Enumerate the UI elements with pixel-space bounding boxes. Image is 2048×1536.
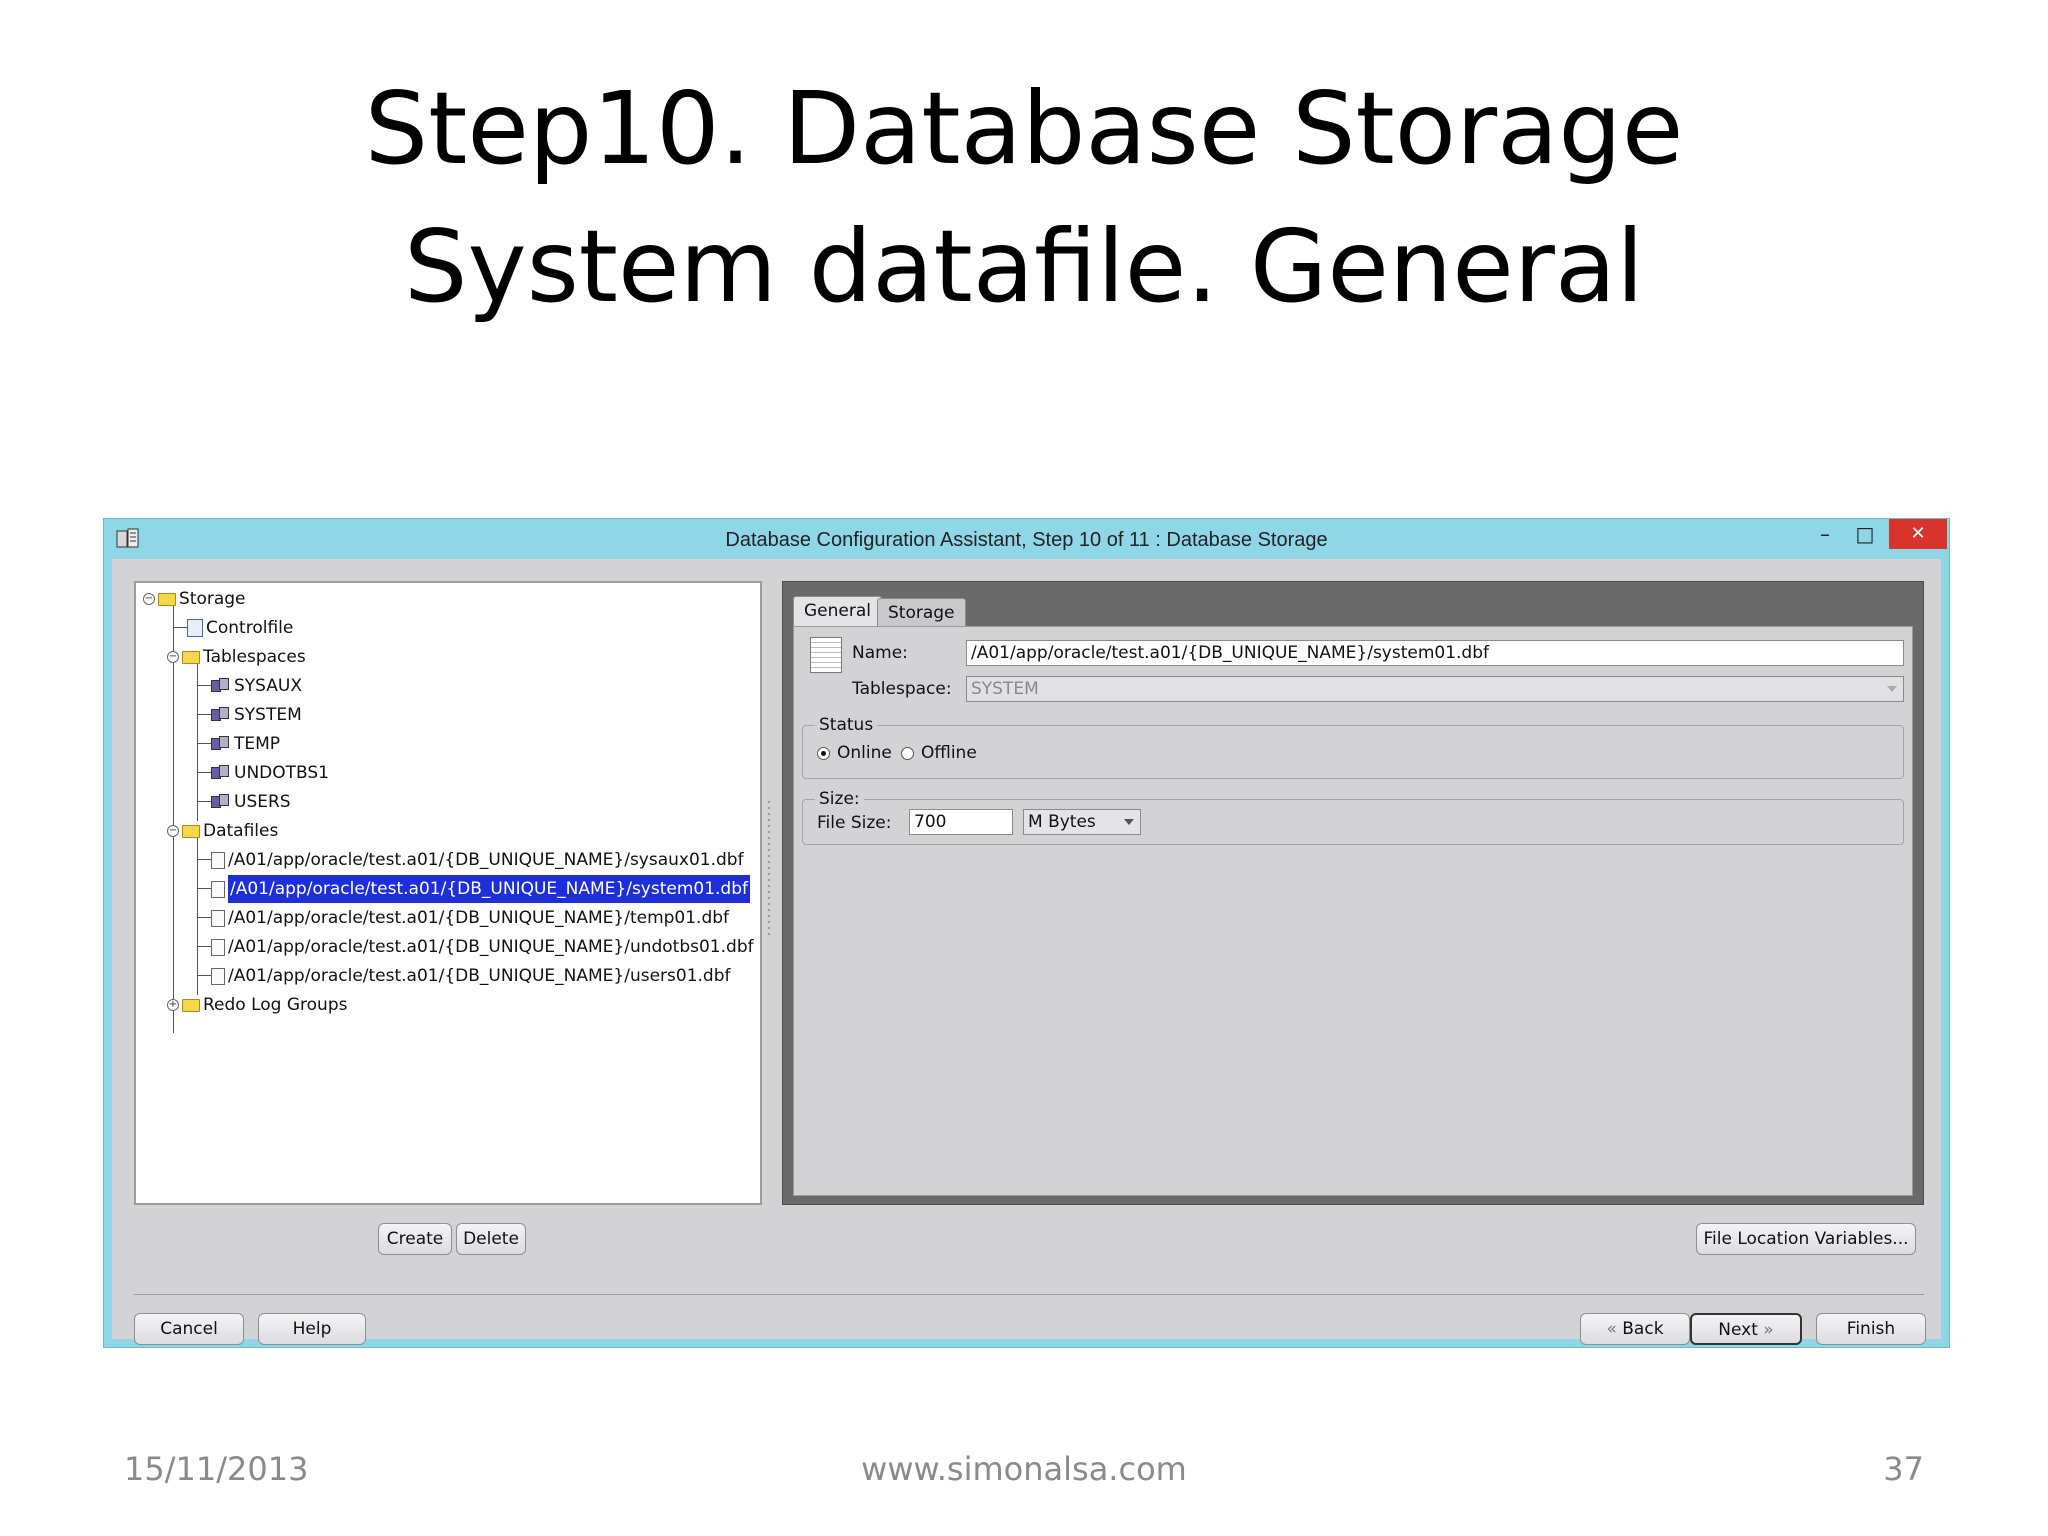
online-radio[interactable] <box>817 747 830 760</box>
chevron-down-icon <box>1124 819 1134 825</box>
cancel-button[interactable]: Cancel <box>134 1313 244 1345</box>
expand-redo-icon[interactable]: + <box>167 999 179 1011</box>
chevron-down-icon <box>1887 686 1897 692</box>
file-icon <box>211 909 225 927</box>
file-location-variables-button[interactable]: File Location Variables... <box>1696 1223 1916 1255</box>
storage-tree[interactable]: − Storage Controlfile − Tablespaces SYSA… <box>134 581 762 1205</box>
collapse-storage-icon[interactable]: − <box>143 593 155 605</box>
size-title: Size: <box>815 789 864 809</box>
file-icon <box>211 938 225 956</box>
footer-website: www.simonalsa.com <box>861 1450 1187 1488</box>
file-size-label: File Size: <box>817 813 892 833</box>
tree-item-datafiles[interactable]: Datafiles <box>182 817 278 845</box>
size-unit-select[interactable]: M Bytes <box>1023 809 1141 835</box>
separator <box>134 1294 1924 1295</box>
status-title: Status <box>815 715 878 735</box>
tablespace-icon <box>211 707 231 723</box>
tablespace-icon <box>211 794 231 810</box>
close-button[interactable]: ✕ <box>1889 519 1947 549</box>
delete-button[interactable]: Delete <box>456 1223 526 1255</box>
tree-item-tablespace[interactable]: SYSAUX <box>211 672 302 700</box>
chevron-left-icon: « <box>1606 1319 1623 1339</box>
tree-item-redo-log-groups[interactable]: Redo Log Groups <box>182 991 347 1019</box>
file-icon <box>211 880 225 898</box>
collapse-tablespaces-icon[interactable]: − <box>167 651 179 663</box>
slide-title-line1: Step10. Database Storage <box>364 70 1684 187</box>
tablespace-icon <box>211 678 231 694</box>
tablespace-select: SYSTEM <box>966 676 1904 702</box>
window-title: Database Configuration Assistant, Step 1… <box>725 529 1328 551</box>
properties-panel: General Storage Name: /A01/app/oracle/te… <box>782 581 1924 1205</box>
help-button[interactable]: Help <box>258 1313 366 1345</box>
tree-line <box>197 837 198 995</box>
status-group: Status Online Offline <box>802 715 1904 779</box>
tree-item-datafile[interactable]: /A01/app/oracle/test.a01/{DB_UNIQUE_NAME… <box>211 904 729 932</box>
file-size-input[interactable]: 700 <box>909 809 1013 835</box>
tree-item-tablespace[interactable]: UNDOTBS1 <box>211 759 329 787</box>
online-label: Online <box>837 743 892 763</box>
tree-item-tablespace[interactable]: TEMP <box>211 730 280 758</box>
tablespace-icon <box>211 736 231 752</box>
collapse-datafiles-icon[interactable]: − <box>167 825 179 837</box>
slide-title-line2: System datafile. General <box>404 208 1644 325</box>
tab-storage[interactable]: Storage <box>877 598 966 626</box>
tablespace-label: Tablespace: <box>852 679 952 699</box>
tablespace-icon <box>211 765 231 781</box>
name-label: Name: <box>852 643 908 663</box>
finish-button[interactable]: Finish <box>1816 1313 1926 1345</box>
tree-line <box>197 663 198 821</box>
offline-radio[interactable] <box>901 747 914 760</box>
footer-page-number: 37 <box>1883 1450 1924 1488</box>
file-icon <box>211 851 225 869</box>
tree-item-storage[interactable]: Storage <box>158 585 246 613</box>
tree-line <box>173 605 174 1033</box>
general-tab-body: Name: /A01/app/oracle/test.a01/{DB_UNIQU… <box>793 626 1913 1196</box>
dbca-window: Database Configuration Assistant, Step 1… <box>103 518 1950 1348</box>
window-titlebar[interactable]: Database Configuration Assistant, Step 1… <box>104 519 1949 559</box>
size-group: Size: File Size: 700 M Bytes <box>802 789 1904 845</box>
window-client: − Storage Controlfile − Tablespaces SYSA… <box>112 559 1941 1345</box>
datafile-document-icon <box>810 637 842 673</box>
offline-label: Offline <box>921 743 977 763</box>
tree-item-datafile[interactable]: /A01/app/oracle/test.a01/{DB_UNIQUE_NAME… <box>211 933 754 961</box>
name-field[interactable]: /A01/app/oracle/test.a01/{DB_UNIQUE_NAME… <box>966 640 1904 666</box>
tree-item-datafile[interactable]: /A01/app/oracle/test.a01/{DB_UNIQUE_NAME… <box>211 846 744 874</box>
tree-item-datafile[interactable]: /A01/app/oracle/test.a01/{DB_UNIQUE_NAME… <box>211 962 730 990</box>
next-button[interactable]: Next » <box>1690 1313 1802 1345</box>
slide-title: Step10. Database Storage System datafile… <box>0 60 2048 336</box>
tree-item-tablespace[interactable]: SYSTEM <box>211 701 302 729</box>
folder-icon <box>182 998 200 1012</box>
folder-icon <box>158 592 176 606</box>
maximize-button[interactable]: □ <box>1845 519 1885 549</box>
folder-icon <box>182 650 200 664</box>
tree-item-tablespaces[interactable]: Tablespaces <box>182 643 306 671</box>
tree-item-datafile-selected[interactable]: /A01/app/oracle/test.a01/{DB_UNIQUE_NAME… <box>211 874 752 904</box>
controlfile-icon <box>187 619 203 637</box>
create-button[interactable]: Create <box>378 1223 452 1255</box>
back-button[interactable]: « Back <box>1580 1313 1690 1345</box>
panel-splitter[interactable] <box>766 799 772 939</box>
minimize-button[interactable]: – <box>1805 519 1845 549</box>
folder-icon <box>182 824 200 838</box>
tree-item-tablespace[interactable]: USERS <box>211 788 291 816</box>
tab-general[interactable]: General <box>793 596 882 626</box>
chevron-right-icon: » <box>1757 1320 1774 1340</box>
tree-item-controlfile[interactable]: Controlfile <box>187 614 293 642</box>
file-icon <box>211 967 225 985</box>
